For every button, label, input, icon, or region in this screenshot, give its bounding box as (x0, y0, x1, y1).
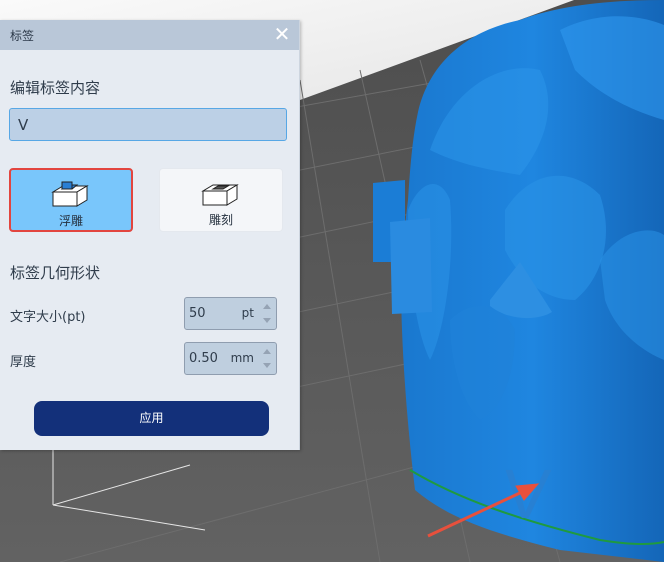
decrease-icon[interactable] (263, 363, 271, 368)
thickness-label: 厚度 (10, 355, 37, 370)
font-size-value[interactable]: 50 (189, 306, 206, 321)
decrease-icon[interactable] (263, 318, 271, 323)
thickness-stepper (263, 346, 273, 371)
emboss-icon (49, 178, 93, 212)
font-size-stepper (263, 301, 273, 326)
emboss-button[interactable]: 浮雕 (9, 168, 133, 232)
thickness-spinbox[interactable]: 0.50 mm (184, 342, 277, 375)
increase-icon[interactable] (263, 349, 271, 354)
engrave-icon (199, 177, 243, 211)
font-size-label: 文字大小(pt) (10, 310, 86, 325)
close-icon[interactable]: ✕ (271, 24, 293, 46)
geometry-heading: 标签几何形状 (10, 264, 101, 282)
panel-title: 标签 (10, 29, 35, 43)
edit-content-heading: 编辑标签内容 (10, 79, 101, 97)
thickness-value[interactable]: 0.50 (189, 351, 218, 366)
font-size-spinbox[interactable]: 50 pt (184, 297, 277, 330)
label-text-input[interactable] (9, 108, 287, 141)
apply-button[interactable]: 应用 (34, 401, 269, 436)
increase-icon[interactable] (263, 304, 271, 309)
thickness-unit: mm (230, 351, 254, 365)
engrave-label: 雕刻 (208, 213, 233, 227)
panel-titlebar: 标签 ✕ (0, 20, 299, 50)
label-panel: 标签 ✕ 编辑标签内容 浮雕 雕刻 标签几何形状 文字大小( (0, 20, 300, 450)
font-size-unit: pt (241, 306, 254, 320)
emboss-label: 浮雕 (58, 214, 83, 228)
engrave-button[interactable]: 雕刻 (159, 168, 283, 232)
